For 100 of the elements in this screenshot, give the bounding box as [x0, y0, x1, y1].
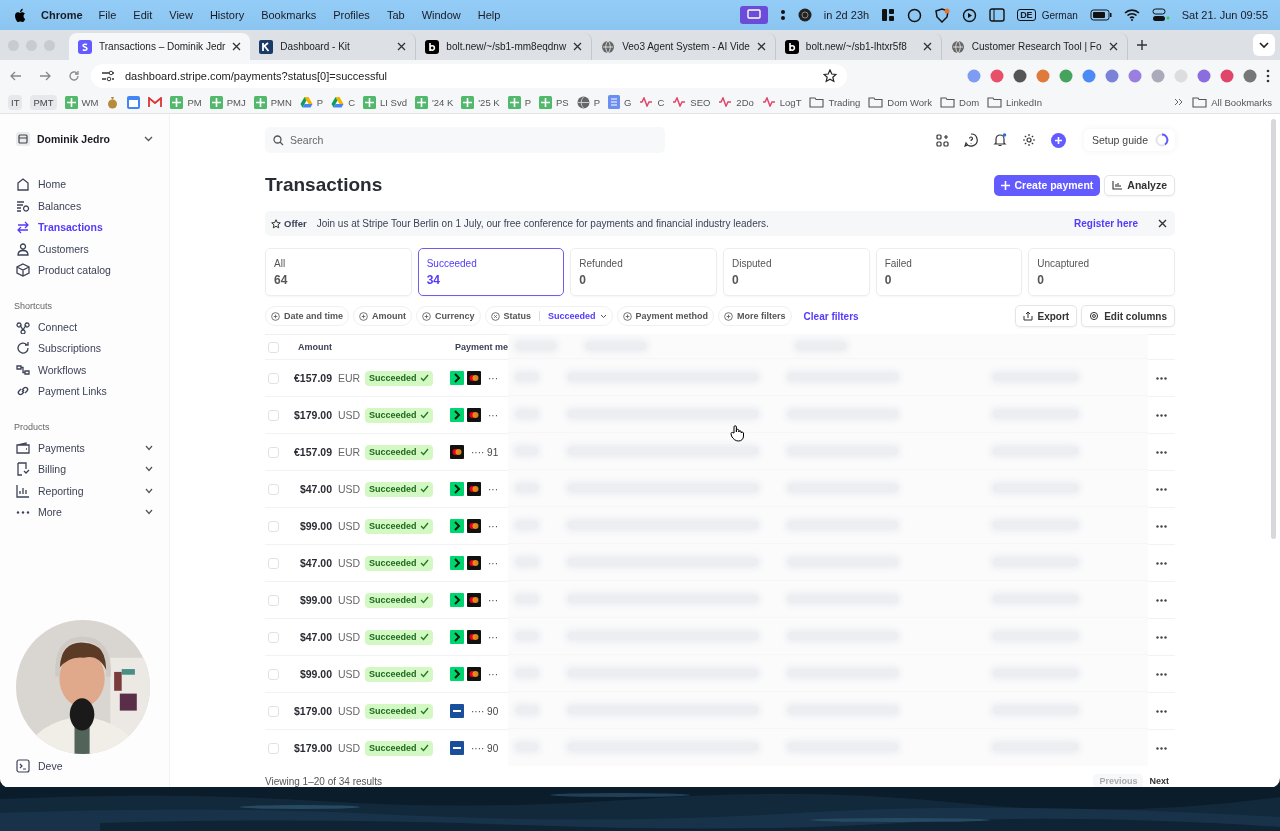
more-options-icon[interactable]: [1156, 598, 1167, 602]
bookmark-item[interactable]: P: [507, 95, 531, 109]
search-field[interactable]: Search: [265, 127, 665, 153]
analyze-button[interactable]: Analyze: [1104, 174, 1175, 196]
close-icon[interactable]: [232, 42, 242, 51]
date-time-text[interactable]: Sat 21. Jun 09:55: [1181, 9, 1268, 21]
plus-circle-icon[interactable]: [1050, 132, 1066, 148]
calendar-icon[interactable]: [127, 95, 141, 109]
menu-item[interactable]: Bookmarks: [261, 9, 317, 21]
menu-item[interactable]: Edit: [133, 9, 153, 21]
status-filter-tab[interactable]: Succeeded 34: [417, 248, 565, 296]
dots-icon[interactable]: [779, 8, 786, 22]
sidebar-product-item[interactable]: Payments: [16, 439, 153, 456]
extension-icon[interactable]: [1059, 68, 1073, 83]
all-bookmarks-folder[interactable]: All Bookmarks: [1192, 96, 1272, 108]
bookmark-item[interactable]: Dom Work: [868, 96, 932, 108]
menu-item[interactable]: Window: [421, 9, 461, 21]
export-button[interactable]: Export: [1014, 305, 1078, 327]
more-options-icon[interactable]: [1156, 635, 1167, 639]
sidebar-shortcut[interactable]: Connect: [16, 318, 153, 335]
more-options-icon[interactable]: [1156, 709, 1167, 713]
applied-filter-chip[interactable]: Status Succeeded: [484, 306, 613, 326]
sidebar-nav-item[interactable]: Balances: [16, 197, 153, 214]
apple-icon[interactable]: [14, 7, 27, 23]
more-options-icon[interactable]: [1156, 487, 1167, 491]
site-settings-icon[interactable]: [101, 69, 115, 82]
bookmark-item[interactable]: PMJ: [209, 95, 246, 109]
menu-item[interactable]: History: [209, 9, 245, 21]
bookmark-item[interactable]: PMN: [253, 95, 292, 109]
sidebar-nav-item[interactable]: Customers: [16, 240, 153, 257]
sidebar-shortcut[interactable]: Subscriptions: [16, 340, 153, 357]
sidebar-product-item[interactable]: Billing: [16, 461, 153, 478]
setup-guide-button[interactable]: Setup guide: [1083, 129, 1175, 151]
column-header[interactable]: Amount: [289, 342, 358, 352]
control-center-icon[interactable]: [1151, 8, 1170, 22]
sidebar-nav-item[interactable]: Deve: [16, 757, 63, 774]
bookmark-item[interactable]: '25 K: [461, 95, 500, 109]
bookmark-item[interactable]: WM: [64, 95, 99, 109]
star-icon[interactable]: [823, 68, 837, 83]
bookmark-item[interactable]: 2Do: [718, 96, 754, 108]
play-icon[interactable]: [962, 7, 978, 23]
filter-chip[interactable]: More filters: [718, 306, 792, 326]
more-options-icon[interactable]: [1156, 746, 1167, 750]
bookmark-item[interactable]: PMT: [30, 94, 57, 110]
extension-icon[interactable]: [990, 68, 1004, 83]
extension-icon[interactable]: [1082, 68, 1096, 83]
sidebar-nav-item[interactable]: Home: [16, 176, 153, 193]
checkbox[interactable]: [268, 631, 279, 643]
bookmark-item[interactable]: Dom: [940, 96, 980, 108]
globe-icon[interactable]: [797, 8, 812, 22]
more-options-icon[interactable]: [1156, 413, 1167, 417]
checkbox[interactable]: [268, 409, 279, 421]
keyboard-layout-badge[interactable]: DE: [1017, 9, 1036, 21]
back-icon[interactable]: [10, 69, 22, 82]
edit-columns-button[interactable]: Edit columns: [1081, 305, 1175, 327]
menu-item[interactable]: View: [169, 9, 193, 21]
bookmark-item[interactable]: C: [639, 96, 665, 108]
wifi-icon[interactable]: [1123, 9, 1140, 21]
close-icon[interactable]: [573, 42, 583, 51]
status-filter-tab[interactable]: Uncaptured 0: [1028, 248, 1175, 296]
bookmark-item[interactable]: PS: [539, 95, 569, 109]
more-vertical-icon[interactable]: [1266, 68, 1270, 83]
bookmark-item[interactable]: G: [608, 95, 632, 109]
clear-filters-link[interactable]: Clear filters: [803, 310, 859, 322]
menu-item[interactable]: Help: [477, 9, 501, 21]
extension-icon[interactable]: [1105, 68, 1119, 83]
status-filter-tab[interactable]: Failed 0: [875, 248, 1023, 296]
extension-icon[interactable]: [1220, 68, 1234, 83]
mail-icon[interactable]: [148, 96, 163, 108]
close-icon[interactable]: [922, 42, 932, 51]
sidebar-nav-item[interactable]: Product catalog: [16, 262, 153, 279]
checkbox[interactable]: [268, 557, 279, 569]
menu-item[interactable]: File: [98, 9, 117, 21]
bookmark-item[interactable]: SEO: [672, 96, 711, 108]
column-header[interactable]: Payment me: [454, 342, 508, 352]
countdown-text[interactable]: in 2d 23h: [823, 9, 870, 21]
filter-chip[interactable]: Amount: [353, 306, 412, 326]
extension-icon[interactable]: [1013, 68, 1027, 83]
chevron-icon[interactable]: [145, 509, 153, 516]
address-bar[interactable]: dashboard.stripe.com/payments?status[0]=successful: [91, 63, 847, 88]
create-payment-button[interactable]: Create payment: [993, 174, 1101, 196]
chevron-double-right-icon[interactable]: [1174, 97, 1185, 107]
list-icon[interactable]: [989, 8, 1006, 22]
menu-app-name[interactable]: Chrome: [41, 9, 83, 21]
bookmark-item[interactable]: P: [299, 96, 324, 108]
bookmark-item[interactable]: PM: [170, 95, 202, 109]
status-filter-tab[interactable]: Disputed 0: [723, 248, 870, 296]
checkbox[interactable]: [268, 742, 279, 754]
bookmark-item[interactable]: C: [331, 96, 355, 108]
new-tab-icon[interactable]: [1135, 39, 1148, 51]
keyboard-layout-text[interactable]: German: [1041, 9, 1078, 21]
close-icon[interactable]: [1158, 219, 1167, 228]
help-icon[interactable]: [963, 133, 978, 147]
bookmark-item[interactable]: IT: [8, 94, 23, 110]
checkbox[interactable]: [268, 372, 279, 384]
bookmark-item[interactable]: '24 K: [414, 95, 454, 109]
checkbox[interactable]: [268, 668, 279, 680]
bookmark-item[interactable]: P: [576, 95, 601, 109]
bookmark-item[interactable]: LinkedIn: [987, 96, 1042, 108]
bookmark-item[interactable]: LI Svd: [363, 95, 407, 109]
